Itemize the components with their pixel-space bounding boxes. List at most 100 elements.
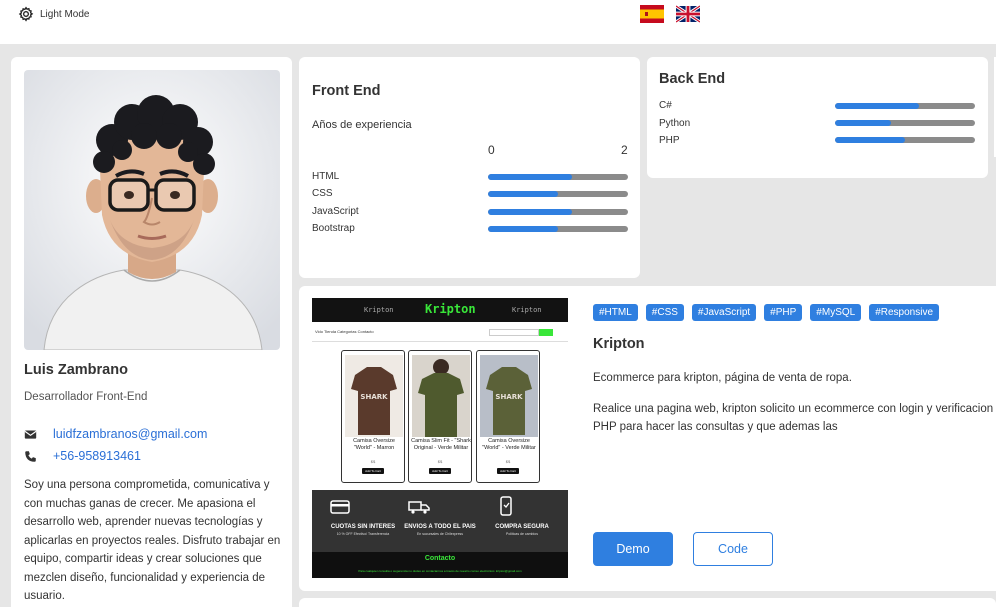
mini-contact-line: Para cualquier consulta o sugerencia no … [358, 569, 522, 573]
email-link[interactable]: luidfzambranos@gmail.com [53, 427, 207, 441]
mini-product-name: Camisa Slim Fit - "Shark Original - Verd… [411, 438, 471, 451]
email-contact: luidfzambranos@gmail.com [24, 427, 207, 441]
mini-feature-sub: 10 % OFF Efectivo/ Transferencia [336, 532, 390, 536]
mini-product-name: Camisa Oversize "World" - Marron [353, 438, 395, 451]
tag-php: #PHP [764, 304, 803, 321]
mini-site-footer: CUOTAS SIN INTERES 10 % OFF Efectivo/ Tr… [312, 490, 568, 578]
phone-contact: +56-958913461 [24, 449, 141, 463]
skill-fill-csharp [835, 103, 919, 109]
secure-phone-icon [500, 496, 512, 516]
truck-icon [408, 501, 430, 514]
envelope-icon [24, 429, 37, 439]
mini-add-to-cart: Add To Cart [362, 468, 384, 474]
scale-min: 0 [488, 143, 495, 157]
avatar [24, 70, 280, 350]
mini-product-card: SHARK Camisa Oversize "World" - Verde Mi… [476, 350, 540, 483]
profile-role: Desarrollador Front-End [24, 391, 148, 403]
top-bar: Light Mode [0, 0, 996, 44]
skill-bar-html [488, 174, 628, 180]
skill-fill-python [835, 120, 891, 126]
profile-bio: Soy una persona comprometida, comunicati… [24, 479, 281, 602]
mini-add-to-cart: Add To Cart [429, 468, 451, 474]
experience-label: Años de experiencia [312, 119, 412, 131]
project-title: Kripton [593, 336, 645, 352]
mini-site-side-logo-left: Kripton [364, 306, 394, 314]
mini-product-price: $$ [505, 459, 511, 464]
mini-add-to-cart: Add To Cart [497, 468, 519, 474]
tshirt-image: SHARK [480, 355, 538, 437]
next-project-card [299, 598, 996, 607]
mini-site-logo: Kripton [425, 302, 476, 316]
mini-site-header: Kripton Kripton Kripton [312, 298, 568, 322]
phone-icon [25, 450, 36, 462]
svg-text:SHARK: SHARK [495, 393, 523, 401]
tag-mysql: #MySQL [810, 304, 862, 321]
mini-product-card: Camisa Slim Fit - "Shark Original - Verd… [408, 350, 472, 483]
mini-feature-sub: En sucursales de Chilexpress [416, 532, 464, 536]
skill-bar-javascript [488, 209, 628, 215]
mini-product-name: Camisa Oversize "World" - Verde Militar [482, 438, 536, 451]
tag-responsive: #Responsive [869, 304, 940, 321]
svg-text:SHARK: SHARK [360, 393, 388, 401]
spain-flag-icon[interactable] [640, 5, 664, 23]
skill-fill-javascript [488, 209, 572, 215]
demo-button[interactable]: Demo [593, 532, 673, 566]
skill-bar-css [488, 191, 628, 197]
light-mode-label: Light Mode [40, 8, 90, 20]
gear-icon [18, 6, 34, 22]
code-button[interactable]: Code [693, 532, 773, 566]
skill-fill-css [488, 191, 558, 197]
skill-bar-python [835, 120, 975, 126]
skill-fill-bootstrap [488, 226, 558, 232]
project-screenshot[interactable]: Kripton Kripton Kripton Vido Tienda Cate… [312, 298, 568, 578]
skill-fill-php [835, 137, 905, 143]
skill-label-javascript: JavaScript [312, 206, 359, 217]
mini-feature: COMPRA SEGURA Politicas de cambios [482, 524, 562, 536]
back-end-card: Back End C# Python PHP [647, 57, 988, 178]
mini-feature-title: ENVIOS A TODO EL PAIS [404, 524, 476, 530]
tshirt-image [412, 355, 470, 437]
project-long-description: Realice una pagina web, kripton solicito… [593, 400, 996, 436]
mini-contact-title: Contacto [424, 555, 456, 562]
credit-card-icon [330, 500, 350, 514]
front-end-title: Front End [312, 83, 381, 99]
tag-javascript: #JavaScript [691, 304, 757, 321]
light-mode-toggle[interactable]: Light Mode [18, 6, 89, 22]
mini-feature: CUOTAS SIN INTERES 10 % OFF Efectivo/ Tr… [323, 524, 403, 536]
skill-bar-bootstrap [488, 226, 628, 232]
tag-css: #CSS [645, 304, 684, 321]
mini-site-search-button [539, 329, 553, 336]
mini-feature-sub: Politicas de cambios [506, 532, 538, 536]
skill-label-css: CSS [312, 188, 333, 199]
skill-bar-php [835, 137, 975, 143]
tech-tags: #HTML #CSS #JavaScript #PHP #MySQL #Resp… [593, 304, 940, 321]
tag-html: #HTML [593, 304, 638, 321]
project-card: Kripton Kripton Kripton Vido Tienda Cate… [299, 286, 996, 591]
mini-product-price: $$ [437, 459, 443, 464]
front-end-card: Front End Años de experiencia 0 2 HTML C… [299, 57, 640, 278]
profile-card: Luis Zambrano Desarrollador Front-End lu… [11, 57, 292, 607]
phone-link[interactable]: +56-958913461 [53, 449, 141, 463]
mini-feature-title: COMPRA SEGURA [495, 524, 549, 530]
skill-label-python: Python [659, 118, 691, 129]
skill-fill-html [488, 174, 572, 180]
mini-contact-section: Contacto Para cualquier consulta o suger… [312, 552, 568, 578]
skill-label-php: PHP [659, 135, 680, 146]
mini-product-card: SHARK Camisa Oversize "World" - Marron $… [341, 350, 405, 483]
scale-max: 2 [621, 143, 628, 157]
mini-site-nav-items: Vido Tienda Categorias Contacto [315, 329, 374, 334]
uk-flag-icon[interactable] [676, 5, 700, 23]
mini-feature-title: CUOTAS SIN INTERES [330, 524, 396, 530]
mini-site-nav: Vido Tienda Categorias Contacto [312, 322, 568, 342]
skill-label-csharp: C# [659, 100, 672, 111]
mini-site-search [489, 329, 539, 336]
back-end-title: Back End [659, 71, 726, 87]
project-long-description-text: Realice una pagina web, kripton solicito… [593, 403, 996, 433]
project-description: Ecommerce para kripton, página de venta … [593, 372, 852, 384]
skill-label-bootstrap: Bootstrap [312, 223, 355, 234]
mini-site-side-logo-right: Kripton [512, 306, 542, 314]
skill-bar-csharp [835, 103, 975, 109]
mini-feature: ENVIOS A TODO EL PAIS En sucursales de C… [400, 524, 480, 536]
mini-product-price: $$ [370, 459, 376, 464]
skill-label-html: HTML [312, 171, 340, 182]
